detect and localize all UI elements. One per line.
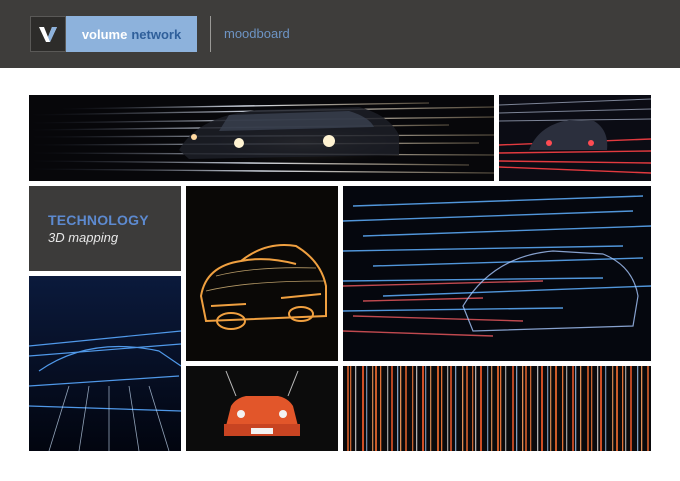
- logo[interactable]: [30, 16, 66, 52]
- caption-subtitle: 3D mapping: [48, 230, 119, 245]
- blue-red-particle-car-photo: [343, 186, 651, 361]
- brand-word-volume: volume: [81, 26, 128, 42]
- header-divider: [210, 16, 211, 52]
- car-light-trails-wide-photo: [29, 95, 494, 181]
- header-bar: volume network moodboard: [0, 0, 680, 68]
- brand-word-network: network: [131, 26, 182, 42]
- vertical-orange-lines-photo: [343, 366, 651, 451]
- fire-light-painting-car-photo: [186, 186, 338, 361]
- blue-wireframe-car-photo: [29, 276, 181, 451]
- caption-title: TECHNOLOGY: [48, 212, 149, 228]
- section-label: moodboard: [224, 26, 290, 41]
- caption-box: TECHNOLOGY 3D mapping: [29, 186, 181, 271]
- logo-v-icon: [39, 27, 57, 42]
- brand-name[interactable]: volume network: [66, 16, 197, 52]
- orange-bmw-car-photo: [186, 366, 338, 451]
- red-car-light-trails-photo: [499, 95, 651, 181]
